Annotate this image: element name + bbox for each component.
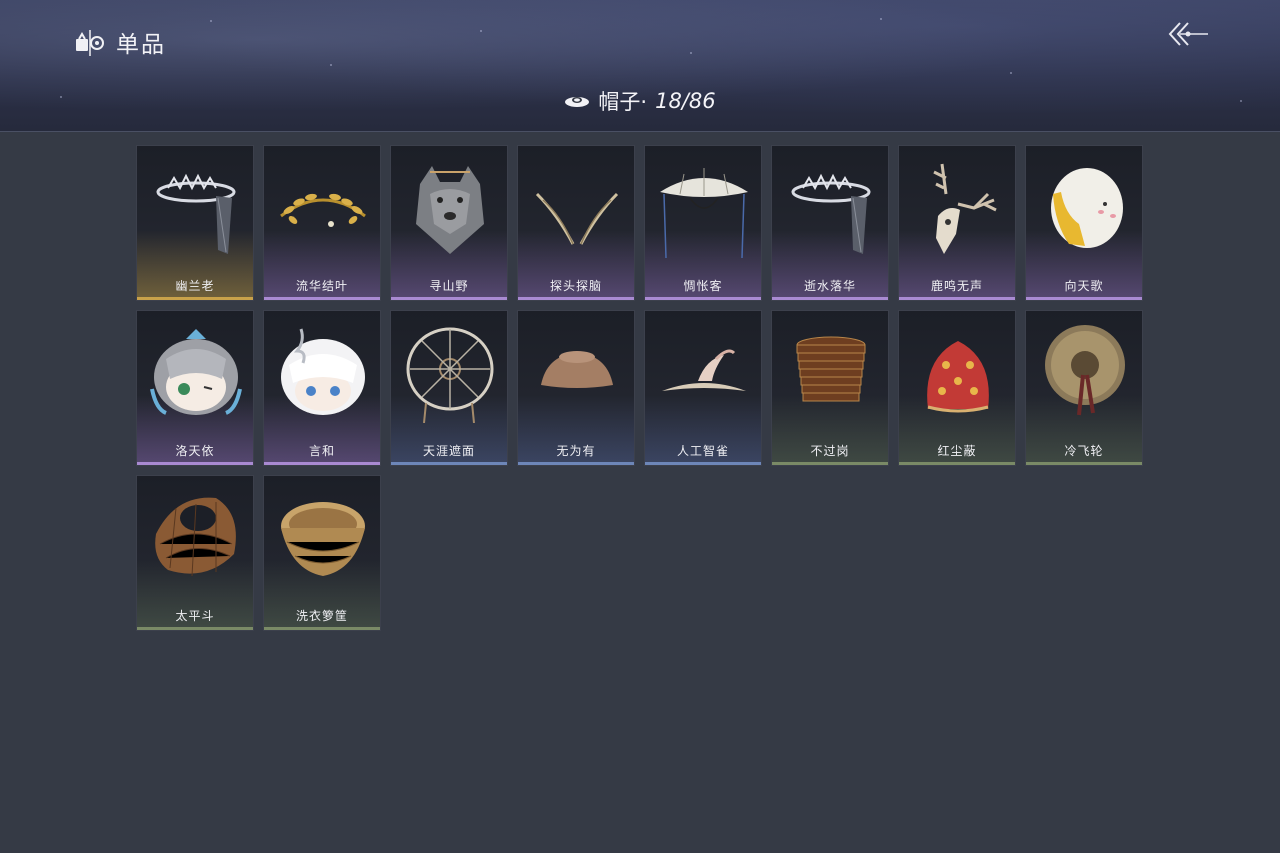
rarity-bar <box>899 297 1015 300</box>
white-hair-mascot-icon <box>281 328 365 415</box>
rarity-bar <box>772 462 888 465</box>
veil-crown-icon <box>156 173 236 254</box>
bowl-hat-icon <box>541 351 613 388</box>
item-card[interactable]: 太平斗 <box>136 475 254 631</box>
item-card[interactable]: 冷飞轮 <box>1025 310 1143 466</box>
wheel-hat-icon <box>406 327 494 423</box>
item-name: 逝水落华 <box>803 279 856 293</box>
goose-hood-icon <box>1051 168 1123 248</box>
veiled-bamboo-hat-icon <box>660 168 748 258</box>
item-name: 洗衣箩筐 <box>295 609 348 623</box>
item-card[interactable]: 洗衣箩筐 <box>263 475 381 631</box>
item-card[interactable]: 红尘蔽 <box>898 310 1016 466</box>
red-cloth-hood-icon <box>927 341 989 413</box>
rarity-bar <box>772 297 888 300</box>
item-name: 探头探脑 <box>549 279 602 293</box>
rarity-bar <box>1026 462 1142 465</box>
item-card[interactable]: 洛天依 <box>136 310 254 466</box>
item-card[interactable]: 逝水落华 <box>771 145 889 301</box>
page-title: 单品 <box>116 32 166 58</box>
item-card[interactable]: 人工智雀 <box>644 310 762 466</box>
item-card[interactable]: 寻山野 <box>390 145 508 301</box>
item-name: 冷飞轮 <box>1064 444 1104 458</box>
item-name: 鹿鸣无声 <box>930 279 983 293</box>
item-card[interactable]: 鹿鸣无声 <box>898 145 1016 301</box>
rarity-bar <box>137 297 253 300</box>
item-name: 惆怅客 <box>683 279 723 293</box>
grey-hair-mascot-icon <box>150 329 242 415</box>
item-card[interactable]: 言和 <box>263 310 381 466</box>
category-count: 18/86 <box>655 89 716 113</box>
rarity-bar <box>264 627 380 630</box>
antenna-feathers-icon <box>535 192 619 245</box>
item-card[interactable]: 向天歌 <box>1025 145 1143 301</box>
item-grid: 幽兰老 流华结叶 寻山野 探头探脑 惆怅客 逝水落华 鹿鸣无声 向天歌洛天依 言和 天涯遮面 无为有… <box>136 145 1146 631</box>
rarity-bar <box>137 627 253 630</box>
veil-crown-icon <box>791 173 871 254</box>
rarity-bar <box>391 462 507 465</box>
laurel-wreath-icon <box>280 193 366 227</box>
back-arrow-icon[interactable] <box>1166 18 1212 52</box>
rarity-bar <box>264 297 380 300</box>
item-card[interactable]: 不过岗 <box>771 310 889 466</box>
category-header: 帽子· 18/86 <box>0 86 1280 116</box>
wicker-basket-icon <box>281 502 365 576</box>
rarity-bar <box>1026 297 1142 300</box>
rarity-bar <box>137 462 253 465</box>
items-category-icon <box>76 30 104 56</box>
rarity-bar <box>391 297 507 300</box>
item-card[interactable]: 探头探脑 <box>517 145 635 301</box>
item-name: 不过岗 <box>810 444 850 458</box>
rarity-bar <box>518 462 634 465</box>
rarity-bar <box>899 462 1015 465</box>
rarity-bar <box>518 297 634 300</box>
rarity-bar <box>264 462 380 465</box>
rarity-bar <box>645 297 761 300</box>
item-name: 流华结叶 <box>295 279 348 293</box>
woven-basket-icon <box>155 497 236 577</box>
category-label: 帽子· <box>598 90 648 114</box>
straw-hat-icon <box>1045 325 1125 416</box>
page-title-group: 单品 <box>74 26 166 58</box>
item-name: 向天歌 <box>1064 279 1104 293</box>
stacked-bowls-icon <box>796 336 866 402</box>
item-name: 洛天依 <box>175 444 215 458</box>
bird-hat-icon <box>662 349 746 391</box>
item-name: 寻山野 <box>429 279 469 293</box>
item-name: 人工智雀 <box>676 444 729 458</box>
item-name: 幽兰老 <box>175 279 215 293</box>
item-name: 天涯遮面 <box>422 444 475 458</box>
header-banner: 单品 帽子· 18/86 <box>0 0 1280 132</box>
item-name: 太平斗 <box>175 609 215 623</box>
wolf-head-icon <box>416 166 484 254</box>
item-name: 言和 <box>308 444 335 458</box>
item-card[interactable]: 幽兰老 <box>136 145 254 301</box>
hat-icon <box>565 97 590 107</box>
item-card[interactable]: 惆怅客 <box>644 145 762 301</box>
rarity-bar <box>645 462 761 465</box>
item-card[interactable]: 无为有 <box>517 310 635 466</box>
item-name: 红尘蔽 <box>937 444 977 458</box>
item-card[interactable]: 天涯遮面 <box>390 310 508 466</box>
deer-skull-icon <box>933 163 997 254</box>
item-card[interactable]: 流华结叶 <box>263 145 381 301</box>
item-name: 无为有 <box>556 444 596 458</box>
